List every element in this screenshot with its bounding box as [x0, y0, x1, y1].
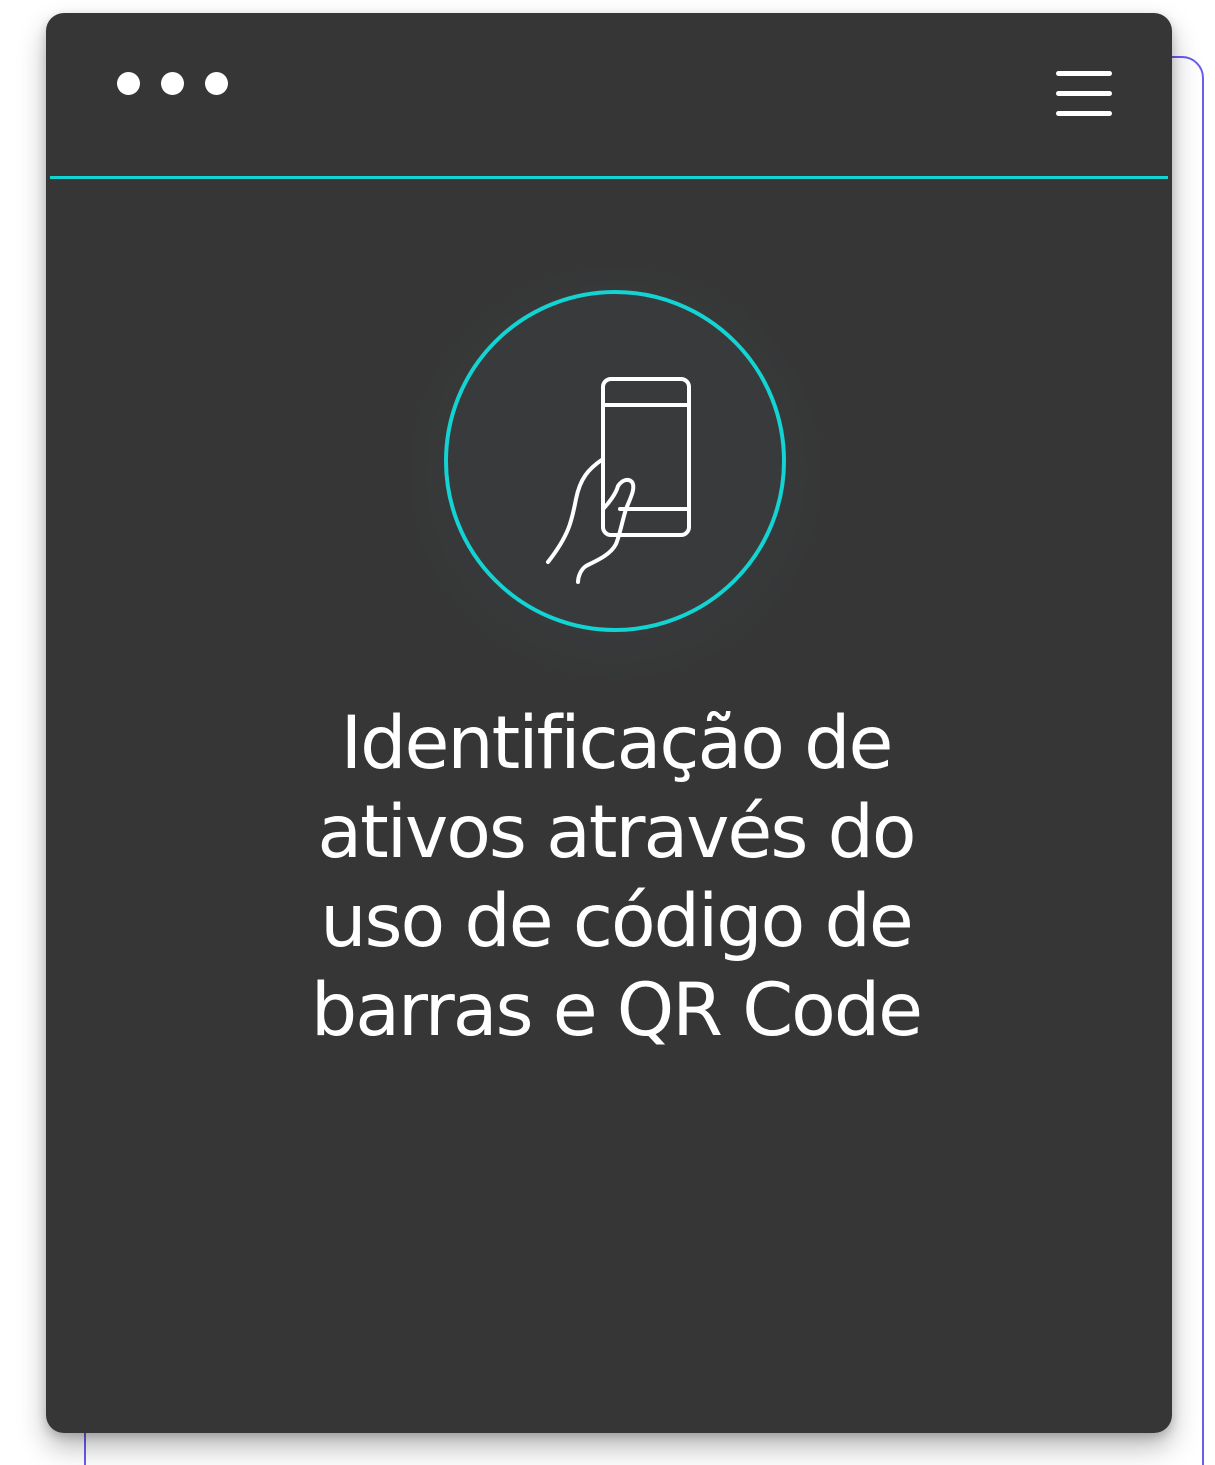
feature-title: Identificação de ativos através do uso d…: [246, 699, 986, 1055]
feature-icon-circle: [444, 290, 786, 632]
feature-card: Identificação de ativos através do uso d…: [46, 13, 1172, 1433]
feature-title-line: uso de código de: [320, 879, 914, 964]
header-divider: [50, 176, 1168, 179]
hamburger-menu-icon[interactable]: [1056, 71, 1112, 117]
window-dots-icon: [117, 72, 228, 95]
page: Identificação de ativos através do uso d…: [0, 0, 1215, 1465]
feature-title-line: Identificação de: [340, 701, 894, 786]
card-header: [46, 13, 1172, 177]
window-dot: [205, 72, 228, 95]
hand-holding-phone-icon: [546, 377, 691, 584]
feature-title-line: ativos através do: [317, 790, 916, 875]
feature-title-line: barras e QR Code: [310, 968, 923, 1053]
window-dot: [161, 72, 184, 95]
window-dot: [117, 72, 140, 95]
